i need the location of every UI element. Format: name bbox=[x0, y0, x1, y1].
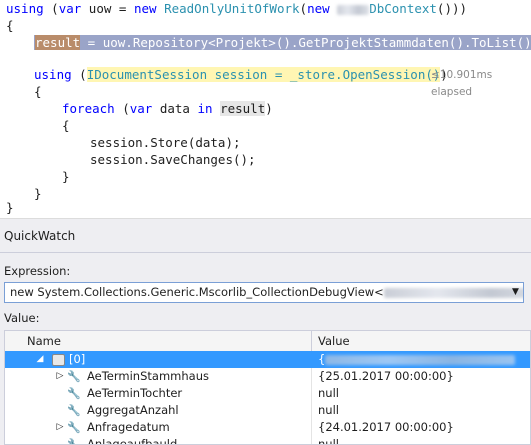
row-value: {25.01.2017 00:00:00} bbox=[311, 368, 530, 385]
value-label: Value: bbox=[4, 311, 40, 325]
row-value: {24.01.2017 00:00:00} bbox=[311, 419, 530, 436]
watch-grid[interactable]: Name Value ◢ [0] { ▷ 🔧 AeTerminStammhaus… bbox=[4, 330, 531, 445]
code-line-11: } bbox=[62, 169, 70, 184]
column-header-name[interactable]: Name bbox=[21, 331, 317, 351]
column-header-value[interactable]: Value bbox=[311, 331, 530, 351]
expand-icon[interactable]: ▷ bbox=[55, 419, 65, 436]
table-row[interactable]: 🔧 AggregatAnzahl null bbox=[5, 402, 530, 419]
divider bbox=[0, 252, 531, 253]
row-name: AeTerminTochter bbox=[87, 386, 183, 400]
wrench-icon: 🔧 bbox=[67, 404, 81, 417]
using-highlight: IDocumentSession session = _store.OpenSe… bbox=[86, 67, 441, 82]
code-line-savechanges: session.SaveChanges(); bbox=[90, 152, 256, 167]
wrench-icon: 🔧 bbox=[67, 421, 81, 434]
row-name: [0] bbox=[69, 352, 86, 366]
code-editor[interactable]: using (var uow = new ReadOnlyUnitOfWork(… bbox=[0, 0, 531, 218]
quickwatch-window: QuickWatch Expression: new System.Collec… bbox=[0, 219, 531, 445]
wrench-icon: 🔧 bbox=[67, 370, 81, 383]
row-name: Anfragedatum bbox=[87, 420, 170, 434]
collapse-icon[interactable]: ◢ bbox=[35, 351, 45, 368]
row-name: Anlageaufbauld bbox=[87, 437, 178, 445]
table-row[interactable]: 🔧 AeTerminTochter null bbox=[5, 385, 530, 402]
redacted-text bbox=[325, 354, 516, 365]
expand-icon[interactable]: ▷ bbox=[55, 368, 65, 385]
code-line-12: } bbox=[34, 186, 42, 201]
redacted-text bbox=[337, 4, 370, 15]
table-row[interactable]: ▷ 🔧 Anfragedatum {24.01.2017 00:00:00} bbox=[5, 419, 530, 436]
expression-input[interactable]: new System.Collections.Generic.Mscorlib_… bbox=[4, 282, 524, 303]
wrench-icon: 🔧 bbox=[67, 438, 81, 445]
row-value: null bbox=[311, 436, 530, 444]
row-value: null bbox=[311, 402, 530, 419]
keyword: using bbox=[6, 1, 44, 16]
row-value: { bbox=[311, 351, 530, 368]
code-line-13: } bbox=[6, 200, 14, 215]
code-line-store: session.Store(data); bbox=[90, 135, 241, 150]
code-line-8: { bbox=[62, 118, 70, 133]
table-row[interactable]: 🔧 Anlageaufbauld null bbox=[5, 436, 530, 445]
code-line-foreach: foreach (var data in result) bbox=[62, 101, 273, 116]
code-line-selected[interactable]: result = uow.Repository<Projekt>().GetPr… bbox=[34, 34, 531, 51]
expression-label: Expression: bbox=[4, 264, 71, 278]
type-name: ReadOnlyUnitOfWork bbox=[164, 1, 300, 16]
code-line-using-session: using (IDocumentSession session = _store… bbox=[34, 67, 448, 82]
object-icon bbox=[52, 354, 65, 366]
row-name: AggregatAnzahl bbox=[87, 403, 179, 417]
quickwatch-title: QuickWatch bbox=[4, 229, 76, 243]
table-row[interactable]: ▷ 🔧 AeTerminStammhaus {25.01.2017 00:00:… bbox=[5, 368, 530, 385]
row-value: null bbox=[311, 385, 530, 402]
row-name: AeTerminStammhaus bbox=[87, 369, 209, 383]
code-line-6: { bbox=[34, 84, 42, 99]
grid-header: Name Value bbox=[5, 331, 530, 352]
chevron-down-icon[interactable]: ▼ bbox=[508, 283, 523, 302]
code-line-1: using (var uow = new ReadOnlyUnitOfWork(… bbox=[6, 1, 468, 16]
code-line-2: { bbox=[6, 18, 14, 33]
table-row[interactable]: ◢ [0] { bbox=[5, 351, 530, 368]
redacted-text bbox=[383, 287, 523, 298]
perf-tip-elapsed[interactable]: ≤10.901ms elapsed bbox=[431, 67, 531, 98]
wrench-icon: 🔧 bbox=[67, 387, 81, 400]
result-variable: result bbox=[35, 35, 81, 50]
result-reference: result bbox=[220, 101, 266, 116]
